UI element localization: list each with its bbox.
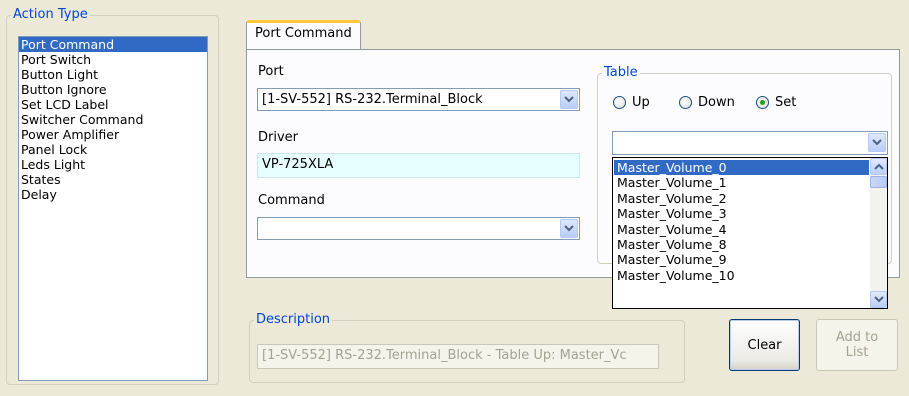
table-option[interactable]: Master_Volume_3 (614, 206, 869, 221)
clear-button-label: Clear (747, 337, 782, 353)
action-type-item[interactable]: Power Amplifier (19, 127, 207, 142)
table-legend: Table (604, 65, 638, 80)
radio-set[interactable]: Set (756, 95, 796, 110)
action-type-item[interactable]: Button Ignore (19, 82, 207, 97)
add-to-list-label-line1: Add to (835, 330, 879, 345)
chevron-down-icon (872, 139, 882, 146)
table-option[interactable]: Master_Volume_8 (614, 237, 869, 252)
radio-down[interactable]: Down (679, 95, 735, 110)
dropdown-scrollbar[interactable] (870, 158, 887, 308)
action-type-item[interactable]: States (19, 172, 207, 187)
tab-port-command[interactable]: Port Command (246, 20, 361, 50)
table-select[interactable] (612, 131, 888, 155)
port-select[interactable]: [1-SV-552] RS-232.Terminal_Block (257, 88, 580, 111)
radio-up[interactable]: Up (613, 95, 650, 110)
radio-down-label: Down (698, 95, 735, 110)
clear-button[interactable]: Clear (729, 319, 800, 371)
action-type-item[interactable]: Port Switch (19, 52, 207, 67)
radio-up-label: Up (632, 95, 650, 110)
command-dropdown-button[interactable] (560, 219, 578, 238)
description-legend: Description (256, 312, 331, 327)
add-to-list-label-line2: List (845, 345, 869, 360)
driver-label: Driver (258, 130, 299, 145)
port-dropdown-button[interactable] (560, 90, 578, 109)
action-type-item[interactable]: Panel Lock (19, 142, 207, 157)
action-type-item[interactable]: Switcher Command (19, 112, 207, 127)
table-option[interactable]: Master_Volume_9 (614, 252, 869, 267)
scrollbar-thumb[interactable] (870, 176, 887, 188)
tab-port-command-label: Port Command (255, 26, 352, 41)
port-select-value: [1-SV-552] RS-232.Terminal_Block (262, 92, 483, 107)
table-dropdown-button[interactable] (868, 133, 886, 152)
port-label: Port (258, 64, 284, 79)
action-type-item[interactable]: Set LCD Label (19, 97, 207, 112)
command-label: Command (258, 193, 325, 208)
action-type-item[interactable]: Button Light (19, 67, 207, 82)
add-to-list-button[interactable]: Add to List (816, 319, 898, 371)
action-type-legend: Action Type (13, 7, 88, 22)
action-type-list[interactable]: Port Command Port Switch Button Light Butto… (18, 36, 208, 381)
scroll-down-button[interactable] (870, 291, 887, 308)
radio-set-circle (756, 96, 769, 109)
radio-set-label: Set (775, 95, 797, 110)
scroll-up-button[interactable] (870, 158, 887, 175)
table-option[interactable]: Master_Volume_0 (614, 160, 869, 176)
chevron-down-icon (564, 225, 574, 232)
radio-up-circle (613, 96, 626, 109)
chevron-down-icon (873, 296, 884, 303)
table-option[interactable]: Master_Volume_2 (614, 191, 869, 206)
radio-down-circle (679, 96, 692, 109)
action-type-item[interactable]: Port Command (19, 37, 207, 52)
table-option[interactable]: Master_Volume_10 (614, 268, 869, 283)
table-option[interactable]: Master_Volume_4 (614, 222, 869, 237)
chevron-down-icon (564, 96, 574, 103)
chevron-up-icon (873, 163, 884, 170)
driver-field[interactable]: VP-725XLA (257, 153, 580, 178)
table-dropdown-list[interactable]: Master_Volume_0 Master_Volume_1 Master_Vol… (612, 157, 888, 309)
action-type-item[interactable]: Delay (19, 187, 207, 202)
command-select[interactable] (257, 217, 580, 240)
description-field[interactable]: [1-SV-552] RS-232.Terminal_Block - Table… (257, 344, 659, 369)
table-option[interactable]: Master_Volume_1 (614, 175, 869, 190)
action-type-item[interactable]: Leds Light (19, 157, 207, 172)
